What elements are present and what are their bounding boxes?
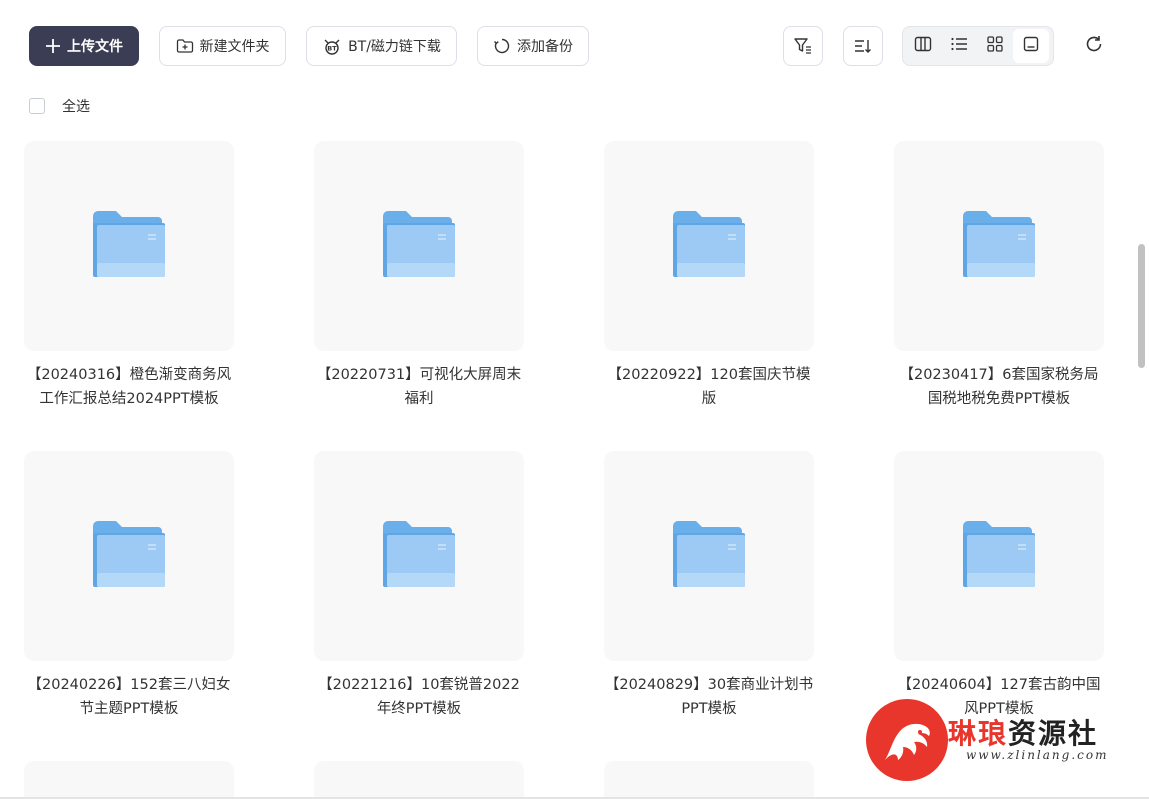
- folder-name[interactable]: 【20240226】152套三八妇女节主题PPT模板: [24, 673, 234, 721]
- folder-card[interactable]: 【20240316】橙色渐变商务风工作汇报总结2024PPT模板: [24, 141, 234, 411]
- folder-icon: [383, 521, 455, 591]
- bt-download-label: BT/磁力链下载: [348, 39, 441, 55]
- plus-icon: [45, 38, 61, 54]
- view-switcher: [902, 26, 1054, 66]
- dragon-logo-icon: [866, 699, 948, 781]
- folder-icon: [673, 211, 745, 281]
- bt-icon: BT: [322, 37, 342, 55]
- folder-icon: [963, 211, 1035, 281]
- new-folder-label: 新建文件夹: [199, 39, 270, 55]
- list-icon: [950, 36, 968, 56]
- grid-view-button[interactable]: [977, 29, 1013, 63]
- folder-thumbnail[interactable]: [604, 141, 814, 351]
- folder-name[interactable]: 【20240316】橙色渐变商务风工作汇报总结2024PPT模板: [24, 363, 234, 411]
- scrollbar[interactable]: [1138, 244, 1145, 368]
- folder-thumbnail[interactable]: [894, 141, 1104, 351]
- thumbnail-icon: [1023, 36, 1039, 56]
- columns-view-button[interactable]: [905, 29, 941, 63]
- folder-icon: [673, 521, 745, 591]
- filter-button[interactable]: [783, 26, 823, 66]
- svg-text:BT: BT: [327, 45, 337, 53]
- watermark-title-part1: 琳琅: [948, 717, 1009, 750]
- folder-name[interactable]: 【20220922】120套国庆节模版: [604, 363, 814, 411]
- bt-download-button[interactable]: BT BT/磁力链下载: [306, 26, 457, 66]
- watermark: 琳琅资源社 www.zlinlang.com: [862, 694, 1142, 784]
- folder-card[interactable]: 【20240604】127套古韵中国风PPT模板: [894, 451, 1104, 721]
- folder-icon: [963, 521, 1035, 591]
- thumbnail-view-button[interactable]: [1013, 29, 1049, 63]
- upload-label: 上传文件: [67, 39, 123, 55]
- new-folder-button[interactable]: 新建文件夹: [159, 26, 286, 66]
- folder-card[interactable]: 【20220922】120套国庆节模版: [604, 141, 814, 411]
- folder-card[interactable]: 【20240226】152套三八妇女节主题PPT模板: [24, 451, 234, 721]
- folder-name[interactable]: 【20221216】10套锐普2022年终PPT模板: [314, 673, 524, 721]
- folder-thumbnail[interactable]: [314, 451, 524, 661]
- watermark-title: 琳琅资源社: [948, 712, 1098, 752]
- folder-thumbnail[interactable]: [604, 451, 814, 661]
- folder-thumbnail[interactable]: [24, 451, 234, 661]
- select-all-checkbox[interactable]: [29, 98, 45, 114]
- upload-button[interactable]: 上传文件: [29, 26, 139, 66]
- folder-card[interactable]: 【20220731】可视化大屏周末福利: [314, 141, 524, 411]
- folder-name[interactable]: 【20230417】6套国家税务局国税地税免费PPT模板: [894, 363, 1104, 411]
- folder-thumbnail[interactable]: [24, 761, 234, 799]
- folder-icon: [93, 211, 165, 281]
- folder-name[interactable]: 【20220731】可视化大屏周末福利: [314, 363, 524, 411]
- select-all[interactable]: 全选: [29, 96, 90, 116]
- refresh-button[interactable]: [1078, 30, 1110, 62]
- refresh-icon: [1084, 34, 1104, 58]
- select-all-label: 全选: [62, 99, 90, 115]
- columns-icon: [914, 36, 932, 56]
- watermark-url: www.zlinlang.com: [966, 748, 1109, 762]
- sort-icon: [854, 38, 872, 54]
- watermark-title-part2: 资源社: [1008, 717, 1099, 750]
- folder-thumbnail[interactable]: [894, 451, 1104, 661]
- folder-icon: [93, 521, 165, 591]
- folder-card[interactable]: 【20221216】10套锐普2022年终PPT模板: [314, 451, 524, 721]
- folder-plus-icon: [176, 38, 194, 54]
- folder-thumbnail[interactable]: [604, 761, 814, 799]
- list-view-button[interactable]: [941, 29, 977, 63]
- folder-thumbnail[interactable]: [314, 761, 524, 799]
- folder-icon: [383, 211, 455, 281]
- add-backup-label: 添加备份: [517, 39, 573, 55]
- sort-button[interactable]: [843, 26, 883, 66]
- toolbar: 上传文件 新建文件夹 BT BT/磁力链下载 添加备份: [0, 0, 1149, 92]
- folder-name[interactable]: 【20240829】30套商业计划书PPT模板: [604, 673, 814, 721]
- folder-card[interactable]: 【20230417】6套国家税务局国税地税免费PPT模板: [894, 141, 1104, 411]
- filter-icon: [793, 37, 813, 55]
- folder-card[interactable]: 【20240829】30套商业计划书PPT模板: [604, 451, 814, 721]
- grid-icon: [987, 36, 1003, 56]
- folder-thumbnail[interactable]: [314, 141, 524, 351]
- add-backup-button[interactable]: 添加备份: [477, 26, 589, 66]
- folder-thumbnail[interactable]: [24, 141, 234, 351]
- sync-icon: [493, 37, 511, 55]
